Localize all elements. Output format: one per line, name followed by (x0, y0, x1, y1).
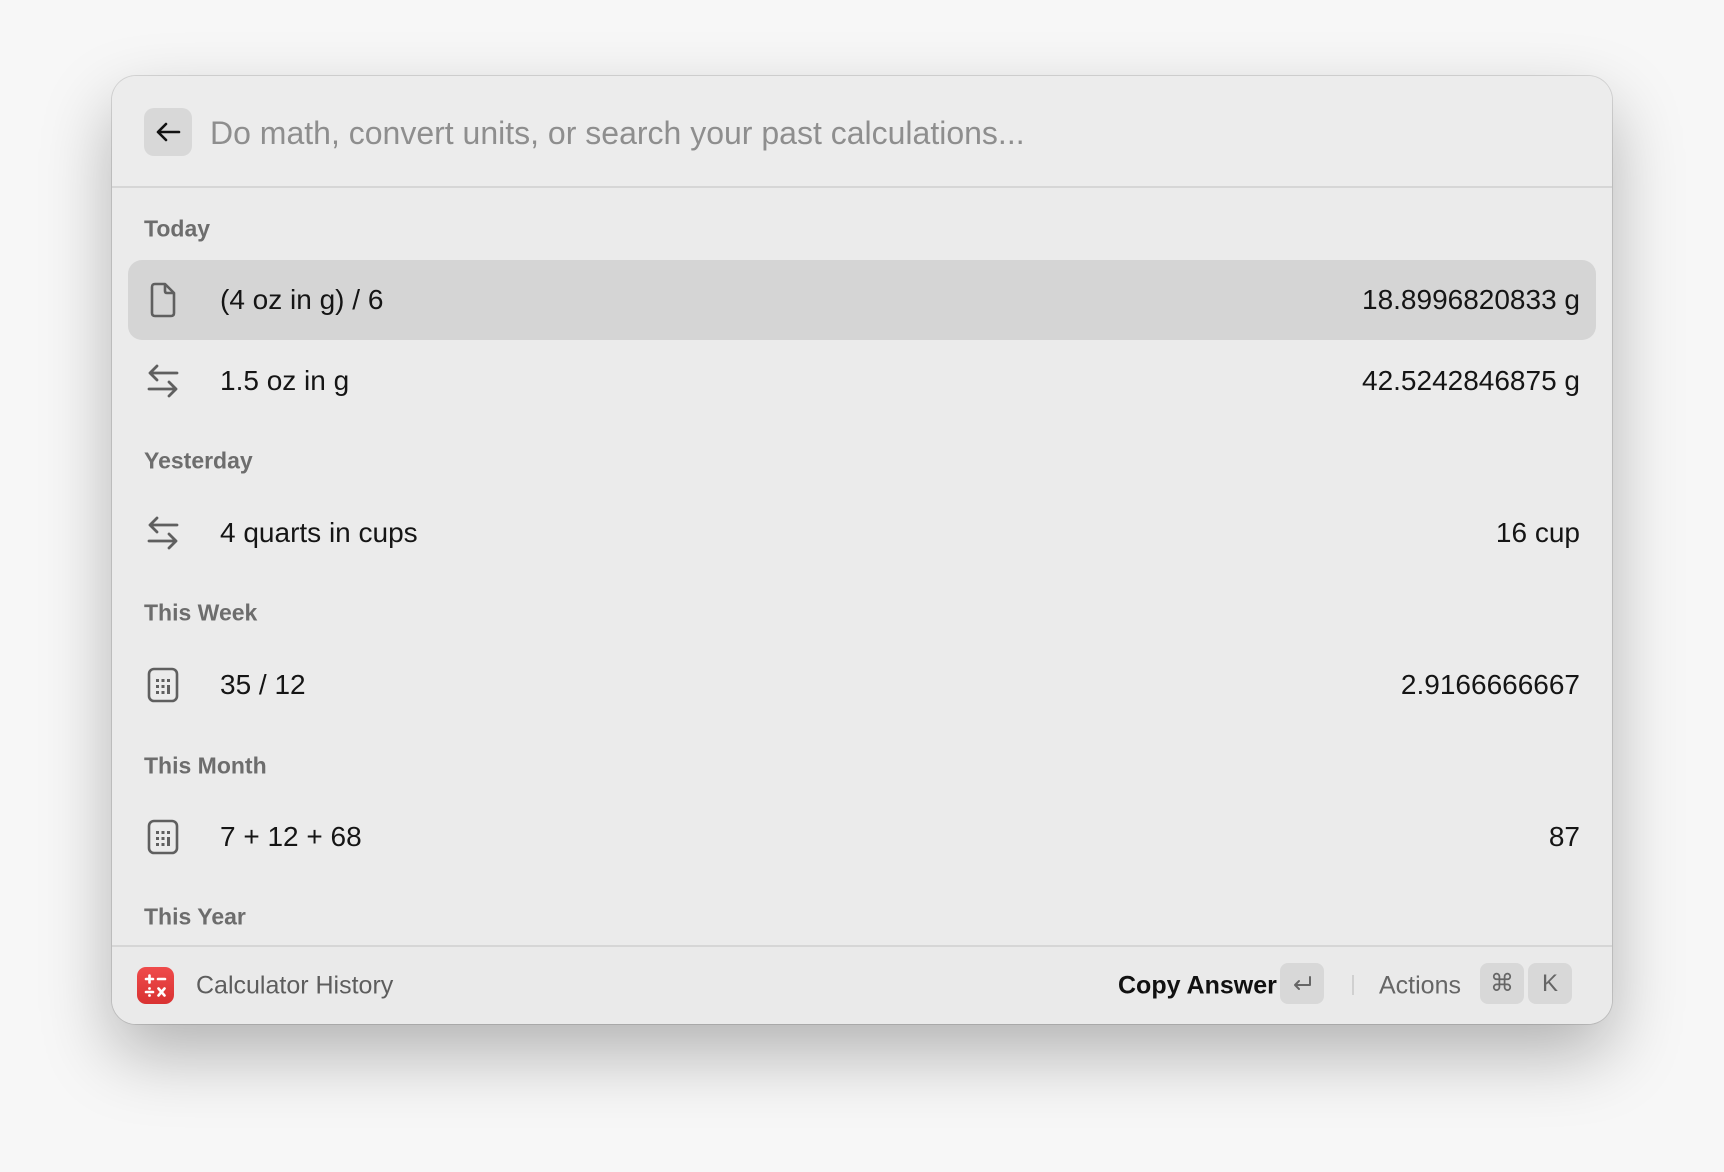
item-result: 87 (1548, 821, 1580, 852)
command-key-hint: ⌘ (1480, 963, 1524, 1004)
actions-button[interactable]: Actions (1379, 971, 1461, 1000)
search-bar (112, 76, 1612, 187)
item-result: 42.5242846875 g (1362, 365, 1580, 396)
k-key-hint: K (1528, 963, 1572, 1004)
item-expression: 35 / 12 (220, 669, 306, 700)
item-expression: 1.5 oz in g (220, 365, 350, 396)
back-button[interactable] (144, 108, 192, 156)
search-input[interactable] (208, 104, 1572, 162)
footer-bar: Calculator History Copy Answer Actions ⌘… (112, 947, 1612, 1024)
return-icon (1294, 975, 1311, 990)
item-expression: 7 + 12 + 68 (220, 821, 362, 852)
copy-answer-button[interactable]: Copy Answer (1118, 971, 1277, 1000)
item-expression: (4 oz in g) / 6 (220, 284, 384, 315)
app-name: Calculator History (196, 971, 394, 999)
calculator-history-window: Today (4 oz in g) / 6 18.8996820833 g 1.… (112, 76, 1612, 1024)
item-result: 2.9166666667 (1400, 669, 1580, 700)
arrow-left-icon (156, 122, 181, 142)
enter-key-hint (1280, 963, 1324, 1004)
calculator-icon (146, 666, 180, 704)
convert-arrows-icon (146, 362, 180, 400)
section-label-this-week: This Week (144, 599, 258, 626)
calculator-app-icon (137, 967, 174, 1004)
document-icon (146, 281, 180, 319)
header-divider (112, 186, 1612, 188)
section-label-this-year: This Year (144, 903, 246, 930)
history-item[interactable]: 1.5 oz in g 42.5242846875 g (128, 341, 1596, 421)
history-item[interactable]: 35 / 12 2.9166666667 (128, 645, 1596, 725)
convert-arrows-icon (146, 514, 180, 552)
history-item[interactable]: 4 quarts in cups 16 cup (128, 493, 1596, 573)
footer-separator (1352, 975, 1354, 995)
calculator-icon (146, 818, 180, 856)
history-item[interactable]: 7 + 12 + 68 87 (128, 797, 1596, 877)
item-expression: 4 quarts in cups (220, 517, 418, 548)
item-result: 16 cup (1495, 517, 1580, 548)
section-label-yesterday: Yesterday (144, 447, 253, 474)
history-item[interactable]: (4 oz in g) / 6 18.8996820833 g (128, 260, 1596, 340)
section-label-today: Today (144, 215, 211, 242)
item-result: 18.8996820833 g (1362, 284, 1580, 315)
section-label-this-month: This Month (144, 752, 267, 779)
